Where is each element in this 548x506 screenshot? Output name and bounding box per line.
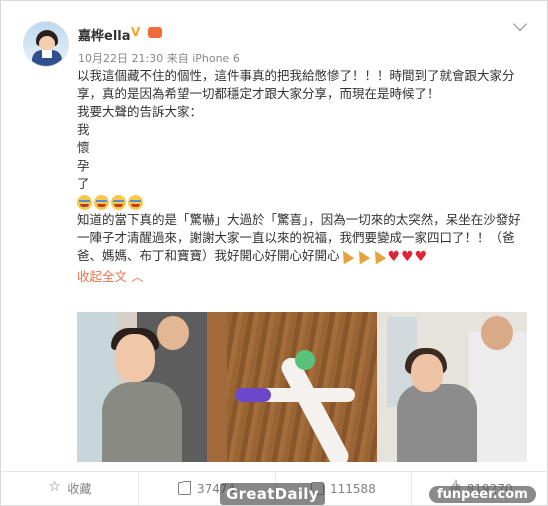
party-popper-icon	[372, 249, 386, 262]
heart-icon: ♥	[387, 249, 401, 265]
post-line: 孕	[77, 158, 90, 173]
timestamp[interactable]: 10月22日 21:30	[78, 52, 163, 65]
laughing-tears-emoji-icon	[77, 194, 92, 210]
heart-icon: ♥	[401, 249, 414, 265]
laughing-tears-emoji-icon	[111, 194, 126, 210]
post-line: 知道的當下真的是「驚嚇」大過於「驚喜」，因為一切來的太突然，呆坐在沙發好一陣子才…	[77, 211, 529, 266]
post-line: 了	[77, 176, 90, 191]
source: 来自 iPhone 6	[166, 52, 240, 65]
collapse-link[interactable]: 收起全文 ︿	[77, 268, 529, 286]
couple-looking-at-test-photo[interactable]	[377, 312, 527, 462]
star-icon	[48, 479, 61, 495]
laughing-tears-emoji-icon	[94, 194, 109, 210]
funpeer-watermark: funpeer.com	[429, 486, 536, 503]
weibo-post-card: 嘉桦ella V 10月22日 21:30 来自 iPhone 6 以我這個藏不…	[0, 0, 548, 506]
laughing-tears-emoji-icon	[128, 194, 143, 210]
greatdaily-watermark: GreatDaily	[220, 483, 325, 505]
heart-icon: ♥	[414, 249, 428, 265]
verified-badge-icon: V	[131, 25, 141, 39]
post-line: 我	[77, 122, 90, 137]
chevron-down-icon[interactable]	[512, 16, 528, 32]
emoji-row	[77, 193, 529, 211]
member-icon[interactable]	[148, 27, 162, 38]
post-body-text: 知道的當下真的是「驚嚇」大過於「驚喜」，因為一切來的太突然，呆坐在沙發好一陣子才…	[77, 212, 521, 263]
couple-hugging-photo[interactable]	[77, 312, 227, 462]
post-line: 懷	[77, 140, 90, 155]
favorite-label: 收藏	[67, 482, 92, 496]
comment-count: 111588	[329, 481, 376, 496]
party-popper-icon	[340, 249, 354, 262]
post-content: 以我這個藏不住的個性，這件事真的把我給憋慘了！！！時間到了就會跟大家分享，真的是…	[77, 67, 529, 286]
post-line: 我要大聲的告訴大家：	[77, 104, 203, 119]
repost-icon	[178, 481, 192, 495]
post-line: 以我這個藏不住的個性，這件事真的把我給憋慘了！！！時間到了就會跟大家分享，真的是…	[77, 68, 515, 101]
favorite-button[interactable]: 收藏	[2, 472, 139, 505]
username[interactable]: 嘉桦ella	[78, 25, 131, 44]
post-meta: 10月22日 21:30 来自 iPhone 6	[78, 50, 240, 66]
avatar[interactable]	[23, 21, 69, 67]
pregnancy-tests-photo[interactable]	[227, 312, 377, 462]
party-popper-icon	[356, 249, 370, 262]
